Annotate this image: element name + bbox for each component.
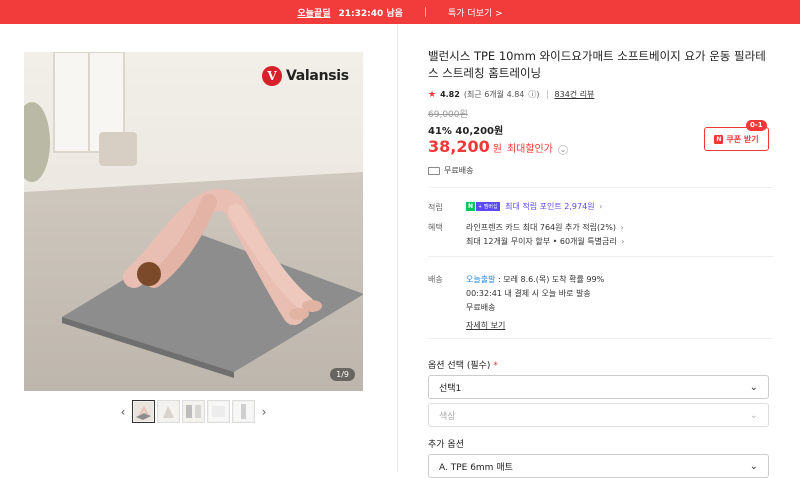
today-dispatch-label: 오늘출발 (466, 275, 496, 284)
benefit-row-1[interactable]: 라인프렌즈 카드 최대 764원 추가 적립(2%) › (466, 222, 624, 233)
benefit-text-1: 라인프렌즈 카드 최대 764원 추가 적립(2%) (466, 223, 616, 232)
chevron-left-icon[interactable]: ‹ (116, 400, 130, 423)
thumbnail-3[interactable] (182, 400, 205, 423)
thumbnail-5[interactable] (232, 400, 255, 423)
membership-plus-icon: + 멤버십 (476, 202, 500, 211)
free-shipping-row: 무료배송 (428, 165, 473, 176)
discount-price-line: 41% 40,200원 (428, 126, 504, 137)
product-title: 밸런시스 TPE 10mm 와이드요가매트 소프트베이지 요가 운동 필라테스 … (428, 49, 766, 80)
brand-logo: V Valansis (262, 66, 349, 86)
chevron-down-icon: ⌄ (749, 460, 758, 472)
thumbnail-image (209, 402, 228, 421)
max-discount-label[interactable]: 최대할인가 (507, 140, 553, 155)
thumbnail-strip: ‹ › (116, 400, 271, 423)
truck-icon (428, 166, 440, 175)
divider (428, 187, 773, 188)
sale-price: 38,200 (428, 137, 490, 156)
delivery-details-link[interactable]: 자세히 보기 (466, 320, 505, 331)
valansis-logo-icon: V (262, 66, 282, 86)
extra-option-value: A. TPE 6mm 매트 (439, 462, 513, 473)
star-icon: ★ (428, 89, 437, 100)
option-select-color[interactable]: 색상 ⌄ (428, 403, 769, 427)
chevron-right-icon: › (620, 223, 624, 232)
divider (428, 256, 773, 257)
benefit-label: 혜택 (428, 223, 443, 232)
delivery-eta-row: 오늘출발 : 모레 8.6.(목) 도착 확률 99% (466, 274, 604, 285)
rating-separator (546, 90, 548, 99)
benefit-text-2: 최대 12개월 무이자 할부 • 60개월 특별금리 (466, 237, 617, 246)
point-label: 적립 (428, 203, 443, 212)
rating-info[interactable]: ⓘ) (528, 89, 539, 100)
required-mark: * (493, 361, 498, 371)
yoga-photo (24, 52, 363, 391)
banner-separator (424, 7, 426, 17)
thumbnail-4[interactable] (207, 400, 230, 423)
top-deal-banner[interactable]: 오늘끝딜 21:32:40 남음 특가 더보기 > (0, 0, 800, 24)
option-title-text: 옵션 선택 (필수) (428, 361, 491, 371)
thumbnail-image (184, 402, 203, 421)
deal-more-link[interactable]: 특가 더보기 > (448, 6, 503, 19)
chevron-down-icon: ⌄ (749, 381, 758, 393)
delivery-countdown: 00:32:41 내 결제 시 오늘 바로 발송 (466, 289, 591, 298)
image-pager: 1/9 (330, 368, 355, 381)
coupon-icon: N (714, 134, 724, 144)
chevron-down-icon[interactable]: ⌄ (557, 144, 568, 155)
naver-n-icon: N (466, 202, 475, 211)
chevron-right-icon[interactable]: › (257, 400, 271, 423)
chevron-right-icon: › (621, 237, 625, 246)
option-select-color-placeholder: 색상 (439, 411, 456, 422)
thumbnail-image (134, 402, 153, 421)
thumbnail-image (159, 402, 178, 421)
extra-option-select[interactable]: A. TPE 6mm 매트 ⌄ (428, 454, 769, 478)
deal-brand-label: 오늘끝딜 (297, 8, 331, 19)
option-select-1-value: 선택1 (439, 383, 462, 394)
point-row[interactable]: N + 멤버십 최대 적립 포인트 2,974원 › (466, 201, 602, 212)
thumbnail-2[interactable] (157, 400, 180, 423)
option-title: 옵션 선택 (필수) * (428, 358, 498, 371)
point-text: 최대 적립 포인트 2,974원 (505, 202, 595, 211)
sale-price-row: 38,200 원 최대할인가 ⌄ (428, 137, 568, 156)
rating-recent: (최근 6개월 4.84 (463, 90, 525, 99)
review-count-link[interactable]: 834건 리뷰 (555, 89, 595, 100)
rating-score: 4.82 (440, 90, 460, 99)
coupon-label: 쿠폰 받기 (726, 134, 759, 144)
delivery-eta: : 모레 8.6.(목) 도착 확률 99% (495, 275, 605, 284)
coupon-badge: 0-1 (746, 120, 767, 131)
deal-countdown: 21:32:40 남음 (338, 8, 403, 19)
chevron-right-icon: › (599, 202, 603, 211)
free-shipping-label: 무료배송 (444, 166, 474, 175)
benefit-row-2[interactable]: 최대 12개월 무이자 할부 • 60개월 특별금리 › (466, 236, 625, 247)
rating-row: ★ 4.82 (최근 6개월 4.84 ⓘ) 834건 리뷰 (428, 89, 594, 100)
thumbnail-image (234, 402, 253, 421)
brand-logo-text: Valansis (286, 68, 349, 84)
chevron-down-icon: ⌄ (749, 409, 758, 421)
delivery-free: 무료배송 (466, 303, 496, 312)
product-info: 밸런시스 TPE 10mm 와이드요가매트 소프트베이지 요가 운동 필라테스 … (428, 24, 773, 478)
product-gallery: V Valansis 1/9 ‹ › (0, 24, 385, 472)
product-main-image[interactable]: V Valansis 1/9 (24, 52, 363, 391)
option-select-1[interactable]: 선택1 ⌄ (428, 375, 769, 399)
extra-option-title: 추가 옵션 (428, 440, 464, 450)
thumbnail-1[interactable] (132, 400, 155, 423)
column-divider (397, 24, 398, 472)
original-price: 69,000원 (428, 110, 468, 120)
sale-price-unit: 원 (492, 144, 502, 155)
divider (428, 338, 773, 339)
delivery-label: 배송 (428, 275, 443, 284)
membership-badge: N + 멤버십 (466, 202, 500, 211)
